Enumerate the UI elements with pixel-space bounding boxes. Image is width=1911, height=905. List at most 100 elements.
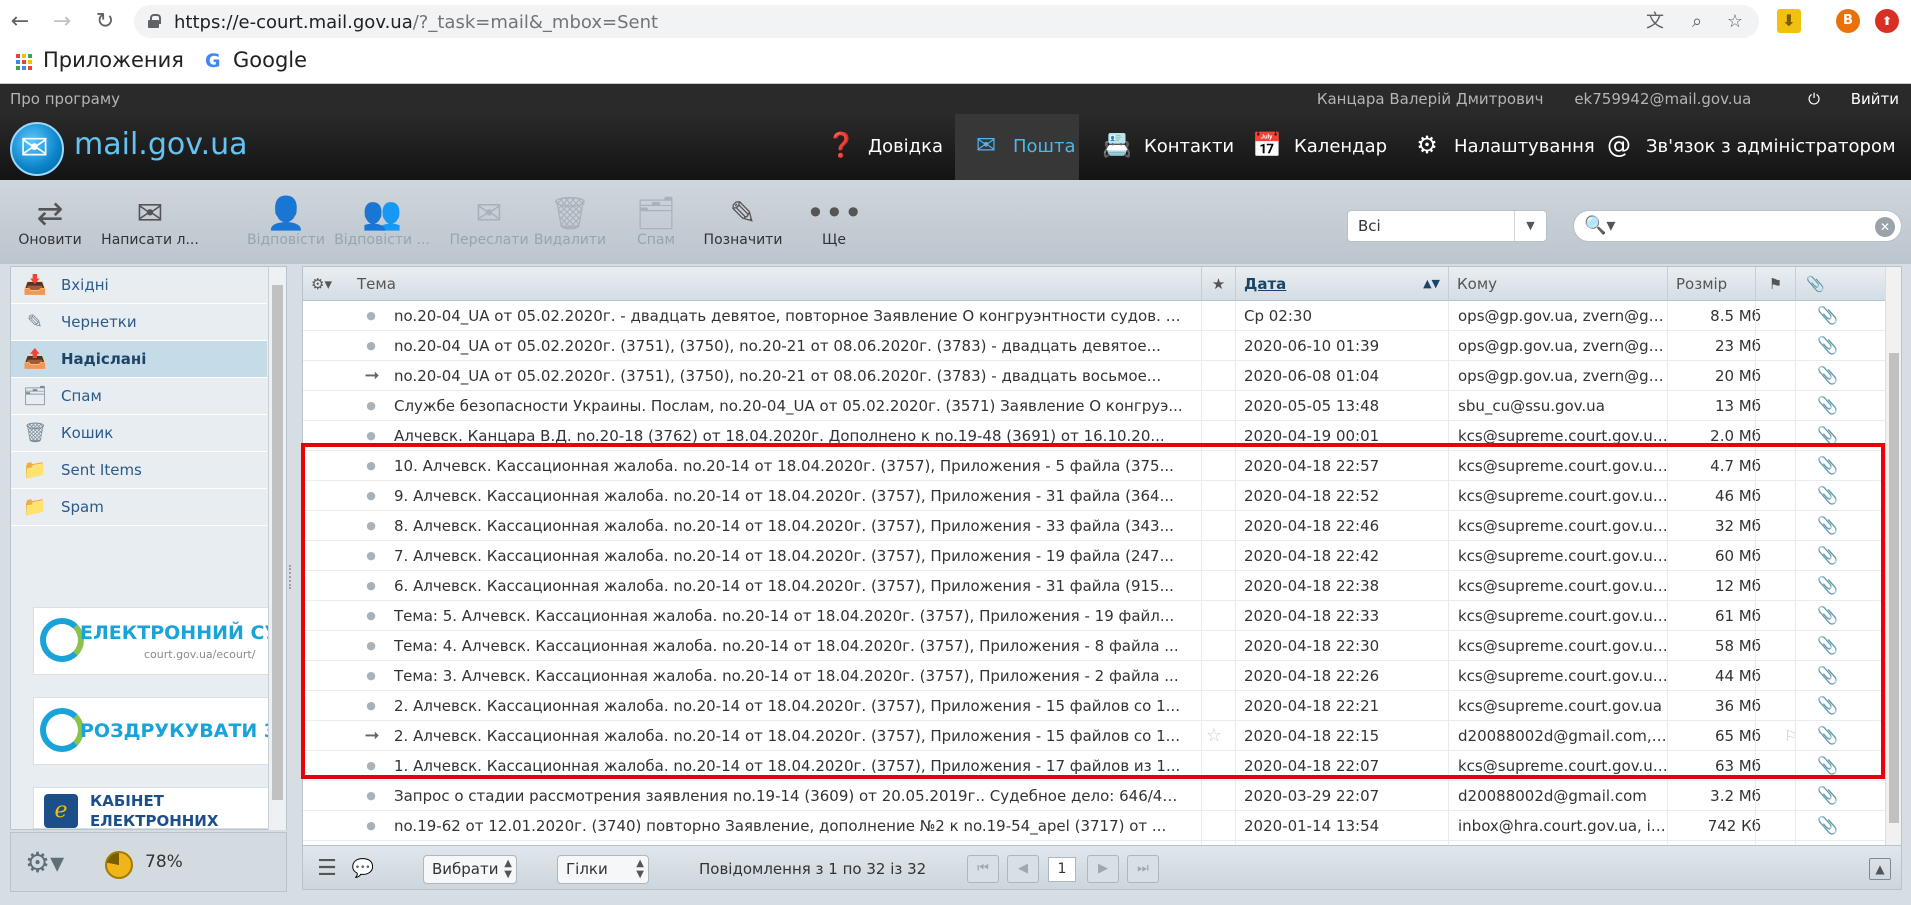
folder-spam[interactable]: 🗂 Спам [11,378,267,415]
reply-all-icon: 👥 [362,194,402,232]
nav-help[interactable]: ❓ Довідка [824,114,943,180]
print-request-banner[interactable]: РОЗДРУКУВАТИ ЗАЯВКУ [33,697,277,765]
message-size: 36 Мб [1714,697,1761,715]
column-flag-star-icon[interactable]: ★ [1201,267,1235,301]
select-dropdown[interactable]: Вибрати ▲ ▼ [423,855,517,884]
last-page-button[interactable]: ⏭ [1127,855,1159,883]
table-row[interactable]: ● 8. Алчевск. Кассационная жалоба. no.20-… [303,511,1885,541]
star-icon[interactable]: ☆ [1201,721,1227,751]
next-page-button[interactable]: ▶ [1087,855,1119,883]
reply-all-button[interactable]: 👥 Відповісти ... [334,194,430,248]
compose-button[interactable]: ✉ Написати л... [100,194,200,248]
folder-trash[interactable]: 🗑 Кошик [11,415,267,452]
sidebar-scrollbar[interactable] [268,267,286,830]
refresh-button[interactable]: ⇄ Оновити [18,194,82,248]
attachment-icon: 📎 [1817,516,1837,536]
delete-button[interactable]: 🗑 Видалити [532,194,608,248]
translate-icon[interactable]: 文 [1645,12,1665,32]
folder-spam-en[interactable]: 📁 Spam [11,489,267,526]
attachment-icon: 📎 [1817,546,1837,566]
nav-mail[interactable]: ✉ Пошта [955,114,1079,180]
nav-settings[interactable]: ⚙ Налаштування [1410,114,1594,180]
column-date[interactable]: Дата ▲▼ [1235,267,1448,301]
message-subject: 9. Алчевск. Кассационная жалоба. no.20-1… [394,487,1174,505]
nav-calendar[interactable]: 📅 Календар [1250,114,1387,180]
column-subject[interactable]: Тема [349,267,1201,301]
folder-drafts[interactable]: ✎ Чернетки [11,304,267,341]
forward-icon[interactable]: → [49,9,75,35]
table-row[interactable]: ● Тема: 4. Алчевск. Кассационная жалоба. … [303,631,1885,661]
profile-avatar[interactable]: B [1836,9,1860,33]
table-row[interactable]: ● 7. Алчевск. Кассационная жалоба. no.20-… [303,541,1885,571]
filter-select[interactable]: Всі ▼ [1347,210,1547,242]
folder-settings-icon[interactable]: ⚙▾ [25,846,64,879]
list-options-icon[interactable]: ⚙▾ [303,267,349,301]
table-row[interactable]: ➞ 2. Алчевск. Кассационная жалоба. no.20-… [303,721,1885,751]
calendar-icon: 📅 [1252,131,1282,159]
folder-sent[interactable]: 📤 Надіслані [11,341,267,378]
folder-sent-items[interactable]: 📁 Sent Items [11,452,267,489]
quota-percent: 78% [145,852,183,872]
forwarded-arrow-icon: ➞ [364,365,380,386]
address-bar[interactable]: https://e-court.mail.gov.ua/?_task=mail&… [134,5,1759,38]
table-row[interactable]: ● no.20-04_UA от 05.02.2020г. (3751), (37… [303,331,1885,361]
threads-view-icon[interactable]: 💬 [349,855,377,883]
about-link[interactable]: Про програму [10,90,120,108]
table-row[interactable]: ● 6. Алчевск. Кассационная жалоба. no.20-… [303,571,1885,601]
table-row[interactable]: ● no.20-04_UA от 05.02.2020г. - двадцать … [303,301,1885,331]
bookmark-google[interactable]: Google [233,48,307,72]
table-row[interactable]: ● Службе безопасности Украины. Послам, no… [303,391,1885,421]
lock-icon [148,14,161,28]
mail-icon: ✉ [975,131,997,159]
folder-inbox[interactable]: 📥 Вхідні [11,267,267,304]
more-dots-icon: ••• [806,194,863,232]
reply-button[interactable]: 👤 Відповісти [246,194,326,248]
flag-icon[interactable]: ⚐ [1781,721,1801,751]
table-row[interactable]: ● no.19-62 от 12.01.2020г. (3740) повторн… [303,811,1885,841]
nav-contacts[interactable]: 📇 Контакти [1100,114,1234,180]
message-list-scrollbar[interactable] [1885,267,1901,845]
reload-icon[interactable]: ↻ [92,9,118,35]
column-to[interactable]: Кому [1448,267,1667,301]
table-row[interactable]: ➞ no.20-04_UA от 05.02.2020г. (3751), (37… [303,361,1885,391]
page-number-input[interactable]: 1 [1048,857,1076,882]
list-view-icon[interactable]: ☰ [311,855,343,883]
search-input[interactable] [1622,215,1852,237]
back-icon[interactable]: ← [7,9,33,35]
clear-search-icon[interactable]: ✕ [1875,217,1895,237]
cabinet-banner[interactable]: ℯ КАБІНЕТ ЕЛЕКТРОННИХ [33,787,277,829]
table-row[interactable]: ● Тема: 5. Алчевск. Кассационная жалоба. … [303,601,1885,631]
bookmark-star-icon[interactable]: ☆ [1725,12,1745,32]
nav-contact-admin[interactable]: @ Зв'язок з адміністратором [1602,114,1896,180]
table-row[interactable]: ● Алчевск. Канцара В.Д. no.20-18 (3762) о… [303,421,1885,451]
ecourt-banner[interactable]: ЕЛЕКТРОННИЙ СУД court.gov.ua/ecourt/ [33,607,277,675]
threads-dropdown[interactable]: Гілки ▲ ▼ [557,855,649,884]
more-button[interactable]: ••• Ще [806,194,863,248]
extension-icon[interactable]: ⬆ [1875,9,1899,33]
forward-button[interactable]: ✉ Переслати [446,194,532,248]
folder-icon: 📁 [23,496,47,518]
table-row[interactable]: ● Тема: 3. Алчевск. Кассационная жалоба. … [303,661,1885,691]
pane-splitter[interactable] [289,565,294,589]
message-size: 12 Мб [1714,577,1761,595]
column-size[interactable]: Розмір [1667,267,1755,301]
spam-button[interactable]: 🗂 Спам [626,194,686,248]
message-date: 2020-04-18 22:57 [1244,457,1380,475]
download-extension-icon[interactable]: ⬇ [1777,9,1801,33]
zoom-icon[interactable]: ⌕ [1687,12,1707,32]
toggle-preview-icon[interactable]: ▲ [1869,858,1891,880]
first-page-button[interactable]: ⏮ [967,855,999,883]
prev-page-button[interactable]: ◀ [1007,855,1039,883]
column-flag-icon[interactable]: ⚑ [1755,267,1795,301]
bookmark-apps[interactable]: Приложения [43,48,184,72]
message-recipient: kcs@supreme.court.gov.ua, d20... [1458,517,1668,535]
mark-button[interactable]: ✎ Позначити [700,194,786,248]
table-row[interactable]: ● 1. Алчевск. Кассационная жалоба. no.20-… [303,751,1885,781]
search-icon[interactable]: 🔍▾ [1584,215,1615,236]
table-row[interactable]: ● Запрос о стадии рассмотрения заявления … [303,781,1885,811]
column-attachment-icon[interactable]: 📎 [1795,267,1835,301]
table-row[interactable]: ● 2. Алчевск. Кассационная жалоба. no.20-… [303,691,1885,721]
table-row[interactable]: ● 9. Алчевск. Кассационная жалоба. no.20-… [303,481,1885,511]
logout-link[interactable]: ⏻ Вийти [1782,90,1899,108]
table-row[interactable]: ● 10. Алчевск. Кассационная жалоба. no.20… [303,451,1885,481]
